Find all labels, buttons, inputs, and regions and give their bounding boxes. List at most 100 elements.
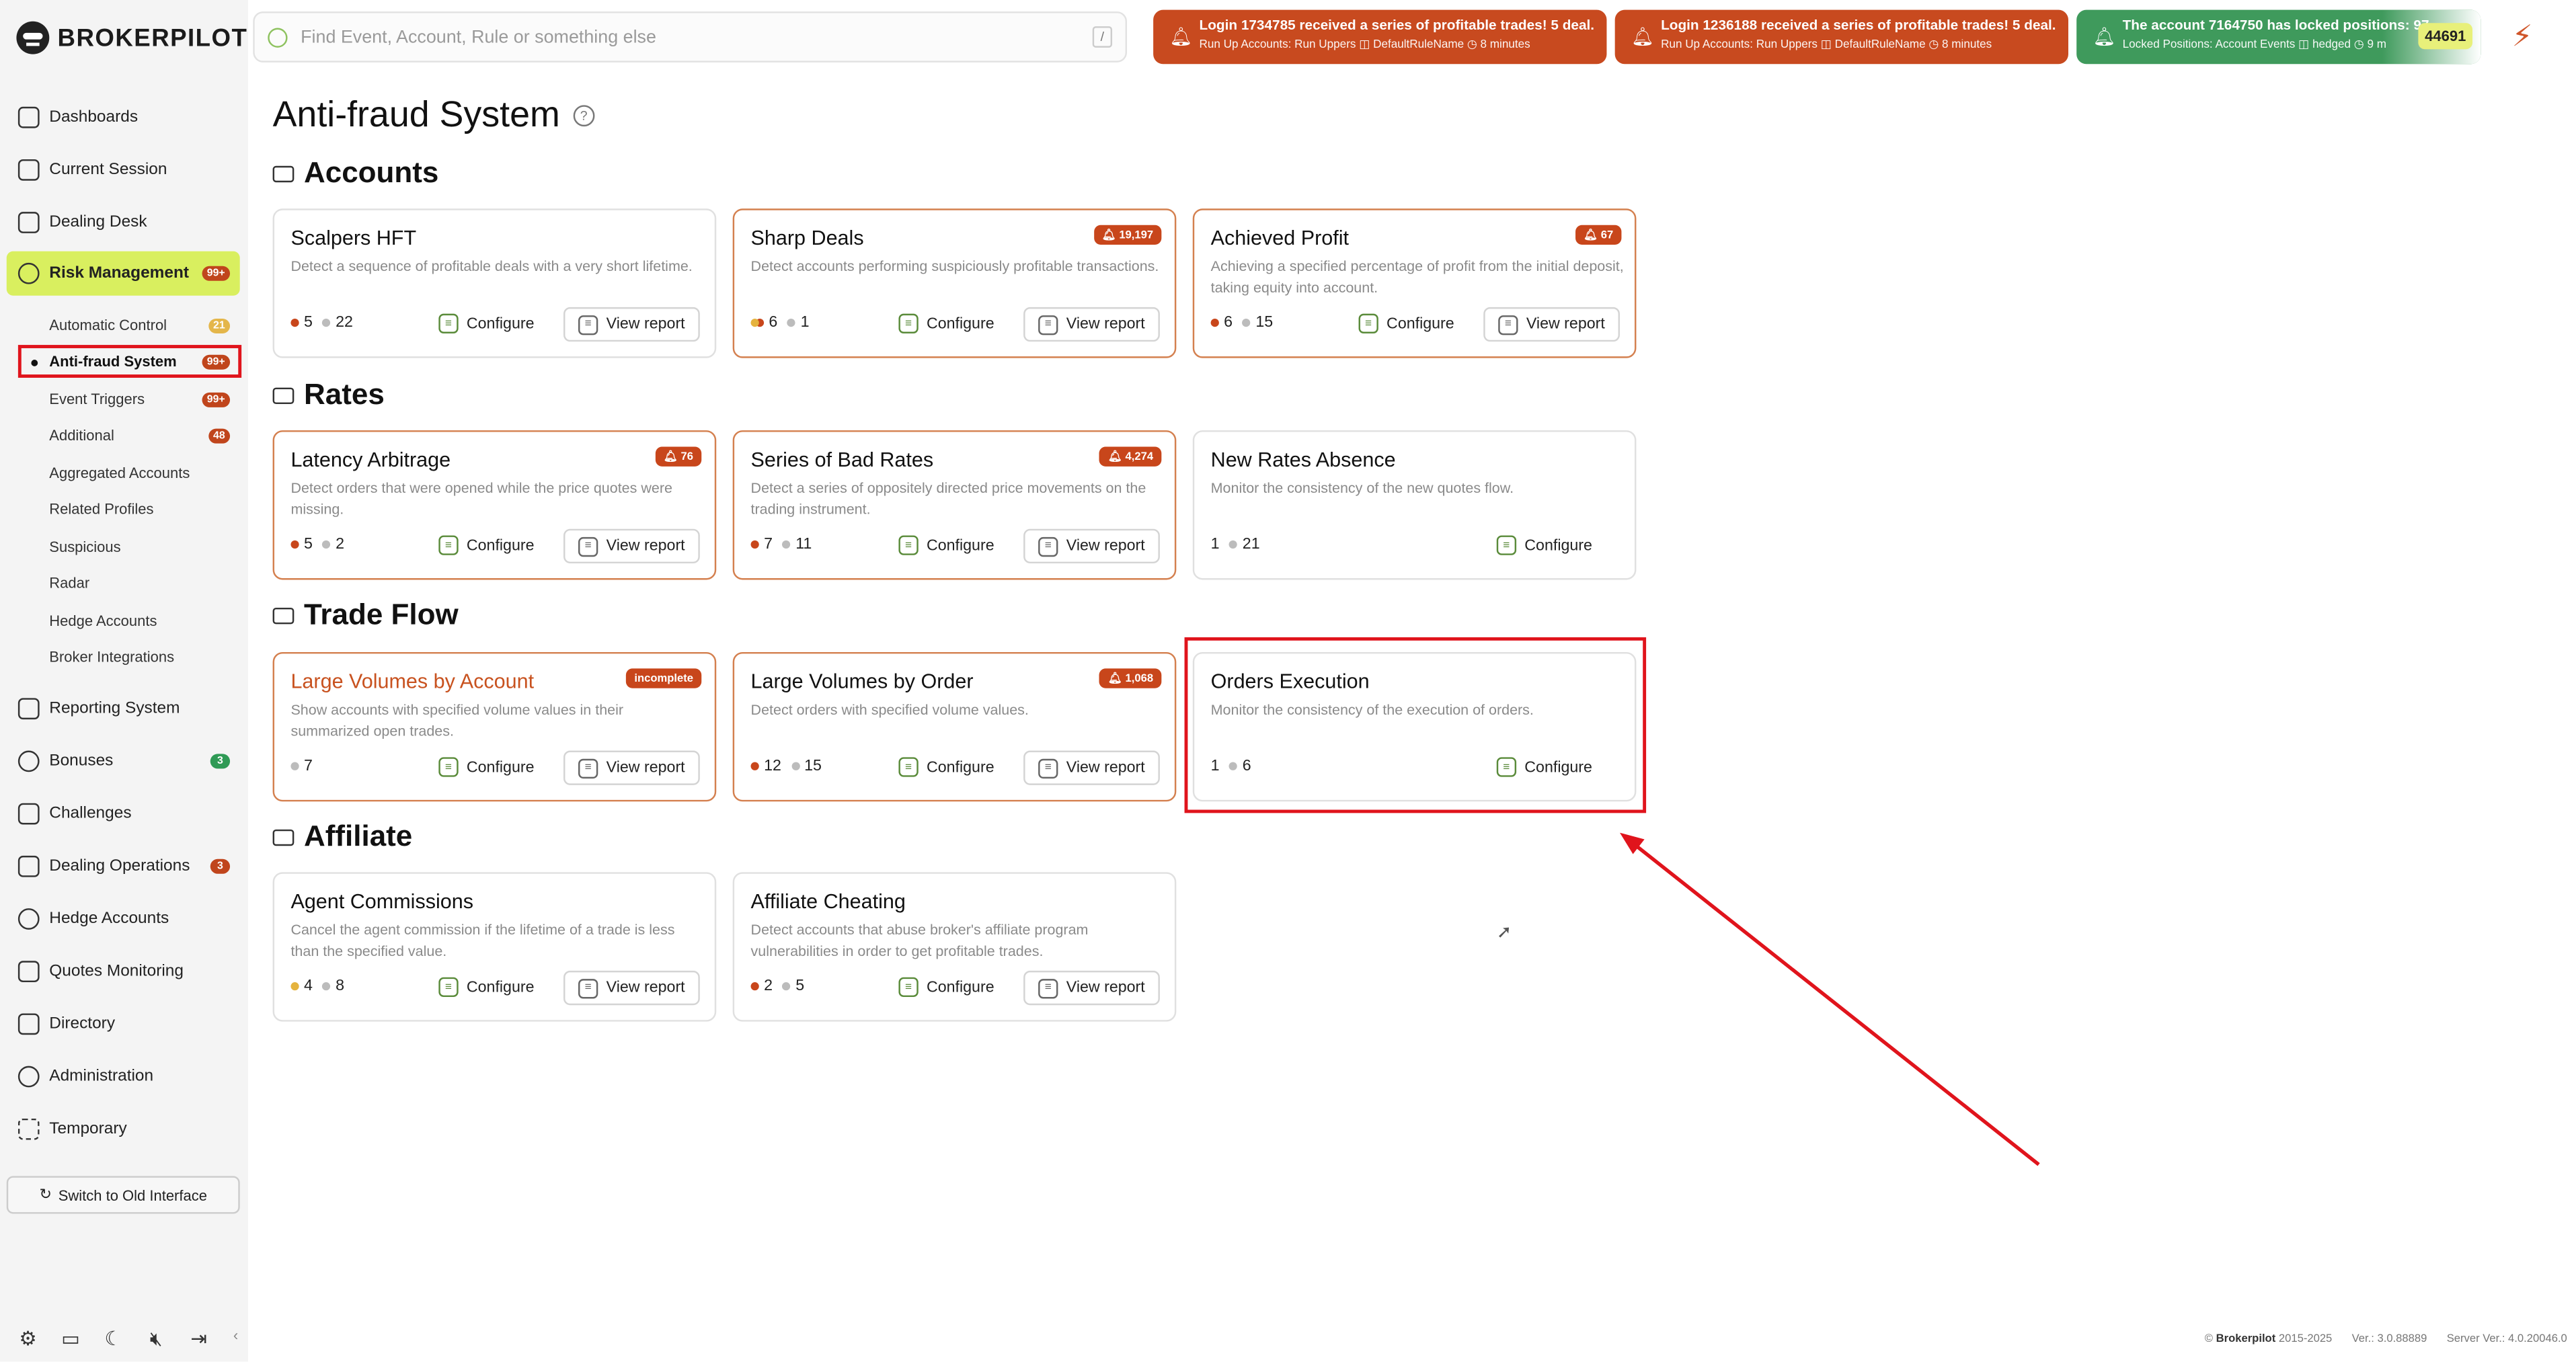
rule-card-affiliate-cheating[interactable]: Affiliate Cheating Detect accounts that …: [732, 872, 1177, 1022]
view-report-button[interactable]: ≡ View report: [1483, 307, 1620, 342]
switch-old-interface-button[interactable]: ↻ Switch to Old Interface: [6, 1176, 240, 1214]
configure-button[interactable]: ≡ Configure: [898, 529, 994, 562]
sidebar-subitem-suspicious[interactable]: Suspicious: [19, 532, 239, 562]
rule-card-new-rates-absence[interactable]: New Rates Absence Monitor the consistenc…: [1192, 430, 1637, 580]
sidebar-item-challenges[interactable]: Challenges: [7, 792, 240, 836]
sidebar-subitem-event-triggers[interactable]: Event Triggers 99+: [19, 385, 239, 414]
card-description: Show accounts with specified volume valu…: [290, 701, 624, 739]
stat-inactive: 6: [1242, 757, 1251, 776]
sidebar-item-label: Quotes Monitoring: [49, 962, 184, 981]
configure-button[interactable]: ≡ Configure: [1496, 529, 1592, 562]
sidebar-item-label: Directory: [49, 1014, 116, 1033]
sliders-icon: ≡: [898, 757, 919, 777]
report-icon: ≡: [578, 536, 598, 557]
subitem-label: Related Profiles: [49, 501, 154, 518]
configure-button[interactable]: ≡ Configure: [438, 307, 535, 340]
view-report-button[interactable]: ≡ View report: [563, 528, 700, 564]
sidebar-item-bonuses[interactable]: Bonuses 3: [7, 739, 240, 783]
sidebar-subitem-additional[interactable]: Additional 48: [19, 420, 239, 450]
sidebar-item-reporting-system[interactable]: Reporting System: [7, 686, 240, 731]
folder-icon: [272, 606, 295, 624]
card-description: Monitor the consistency of the execution…: [1210, 701, 1534, 718]
subitem-label: Event Triggers: [49, 391, 145, 407]
sidebar-item-administration[interactable]: Administration: [7, 1055, 240, 1099]
configure-button[interactable]: ≡ Configure: [438, 971, 535, 1004]
subitem-label: Suspicious: [49, 538, 121, 555]
view-report-button[interactable]: ≡ View report: [1023, 750, 1160, 785]
sidebar-subitem-broker-integrations[interactable]: Broker Integrations: [19, 642, 239, 672]
section-title-affiliate: Affiliate: [272, 819, 412, 854]
sidebar-item-label: Administration: [49, 1068, 154, 1086]
sidebar-subitem-aggregated-accounts[interactable]: Aggregated Accounts: [19, 458, 239, 488]
view-report-button[interactable]: ≡ View report: [1023, 307, 1160, 342]
help-icon[interactable]: ?: [573, 104, 595, 126]
rule-card-series-of-bad-rates[interactable]: Series of Bad Rates 🔔︎ 4,274 Detect a ser…: [732, 430, 1177, 580]
card-stats: 52: [290, 535, 344, 553]
configure-button[interactable]: ≡ Configure: [898, 307, 994, 340]
brand-logo[interactable]: BROKERPILOT: [16, 19, 247, 56]
flag-icon: [17, 803, 40, 825]
folder-icon: [272, 828, 295, 846]
configure-button[interactable]: ≡ Configure: [898, 971, 994, 1004]
card-description: Detect accounts performing suspiciously …: [750, 257, 1159, 275]
folder-icon: [272, 165, 295, 182]
global-search[interactable]: /: [253, 11, 1128, 63]
rule-card-latency-arbitrage[interactable]: Latency Arbitrage 🔔︎ 76 Detect orders tha…: [272, 430, 717, 580]
rule-card-orders-execution[interactable]: Orders Execution Monitor the consistency…: [1192, 651, 1637, 802]
rule-card-achieved-profit[interactable]: Achieved Profit 🔔︎ 67 Achieving a specifi…: [1192, 208, 1637, 358]
rule-card-sharp-deals[interactable]: Sharp Deals 🔔︎ 19,197 Detect accounts per…: [732, 208, 1177, 358]
notification-card[interactable]: 🔔︎ Login 1734785 received a series of pr…: [1153, 9, 1607, 65]
configure-button[interactable]: ≡ Configure: [1358, 307, 1454, 340]
sidebar-subitem-related-profiles[interactable]: Related Profiles: [19, 494, 239, 524]
sidebar-item-temporary[interactable]: Temporary: [7, 1107, 240, 1152]
moon-icon[interactable]: ☾: [102, 1327, 124, 1350]
card-title: Large Volumes by Order: [750, 670, 974, 694]
stat-active: 1: [1210, 757, 1220, 776]
card-description: Detect a series of oppositely directed p…: [750, 479, 1146, 517]
sidebar-item-current-session[interactable]: Current Session: [7, 148, 240, 192]
sidebar-item-directory[interactable]: Directory: [7, 1002, 240, 1046]
rule-card-agent-commissions[interactable]: Agent Commissions Cancel the agent commi…: [272, 872, 717, 1022]
sidebar-item-quotes-monitoring[interactable]: Quotes Monitoring: [7, 949, 240, 994]
sidebar-item-dealing-operations[interactable]: Dealing Operations 3: [7, 844, 240, 889]
view-report-button[interactable]: ≡ View report: [563, 970, 700, 1006]
configure-button[interactable]: ≡ Configure: [1496, 751, 1592, 784]
sidebar-item-risk-management[interactable]: Risk Management 99+: [6, 251, 240, 296]
search-input[interactable]: [301, 27, 1093, 47]
section-title-rates: Rates: [272, 378, 385, 412]
rule-card-large-volumes-by-order[interactable]: Large Volumes by Order 🔔︎ 1,068 Detect or…: [732, 651, 1177, 802]
configure-button[interactable]: ≡ Configure: [438, 529, 535, 562]
bell-icon: 🔔︎: [1107, 673, 1122, 685]
alert-count: 4,274: [1125, 450, 1154, 463]
sidebar-subitem-hedge-accounts[interactable]: Hedge Accounts: [19, 606, 239, 636]
sidebar-subitem-radar[interactable]: Radar: [19, 568, 239, 598]
notification-card[interactable]: 🔔︎ Login 1236188 received a series of pr…: [1614, 9, 2068, 65]
notification-counter[interactable]: 44691: [2418, 23, 2473, 50]
rule-card-large-volumes-by-account[interactable]: Large Volumes by Account incomplete Show…: [272, 651, 717, 802]
view-report-button[interactable]: ≡ View report: [563, 750, 700, 785]
configure-button[interactable]: ≡ Configure: [898, 751, 994, 784]
sidebar-item-dashboards[interactable]: Dashboards: [7, 95, 240, 140]
view-report-button[interactable]: ≡ View report: [563, 307, 700, 342]
sliders-icon: ≡: [898, 313, 919, 333]
display-icon[interactable]: ▭: [59, 1327, 82, 1350]
view-report-button[interactable]: ≡ View report: [1023, 528, 1160, 564]
sidebar-item-hedge-accounts[interactable]: Hedge Accounts: [7, 897, 240, 941]
sliders-icon: ≡: [438, 313, 459, 333]
stat-active: 12: [764, 757, 781, 776]
logout-icon[interactable]: ⇥: [188, 1327, 210, 1350]
lightning-icon[interactable]: ⚡︎: [2512, 19, 2533, 54]
collapse-sidebar-icon[interactable]: ‹: [233, 1327, 238, 1343]
card-title: Large Volumes by Account: [290, 670, 535, 694]
sidebar-subitem-automatic-control[interactable]: Automatic Control 21: [19, 311, 239, 340]
view-report-button[interactable]: ≡ View report: [1023, 970, 1160, 1006]
report-icon: ≡: [578, 314, 598, 335]
configure-button[interactable]: ≡ Configure: [438, 751, 535, 784]
sidebar-item-dealing-desk[interactable]: Dealing Desk: [7, 200, 240, 245]
alert-count-badge: 🔔︎ 67: [1575, 225, 1622, 245]
count-badge: 21: [208, 317, 231, 333]
sidebar-subitem-anti-fraud-system[interactable]: Anti-fraud System 99+: [17, 345, 242, 378]
settings-icon[interactable]: ⚙: [16, 1327, 39, 1350]
rule-card-scalpers-hft[interactable]: Scalpers HFT Detect a sequence of profit…: [272, 208, 717, 358]
sound-off-icon[interactable]: 🔇︎: [145, 1326, 167, 1350]
